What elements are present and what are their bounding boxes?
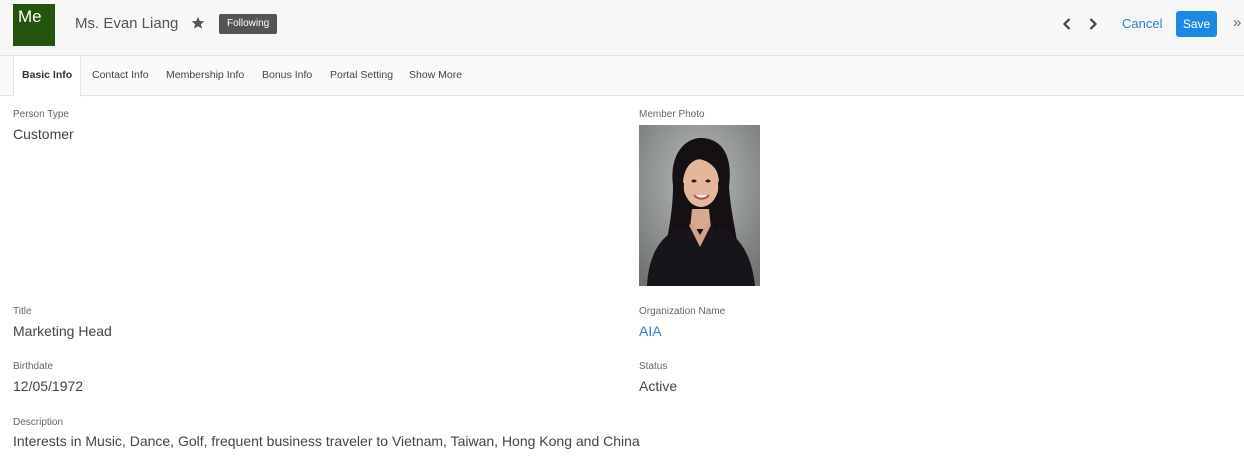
record-header: Me Ms. Evan Liang Following Cancel Save … (0, 0, 1244, 56)
member-photo-label: Member Photo (639, 109, 705, 120)
status-value: Active (639, 378, 678, 394)
page-title: Ms. Evan Liang (75, 15, 179, 32)
status-label: Status (639, 361, 668, 372)
save-button[interactable]: Save (1176, 11, 1217, 37)
organization-label: Organization Name (639, 306, 726, 317)
tab-show-more[interactable]: Show More (409, 56, 462, 96)
cancel-button[interactable]: Cancel (1122, 16, 1162, 31)
tab-bonus-info[interactable]: Bonus Info (262, 56, 312, 96)
tab-basic-info[interactable]: Basic Info (13, 56, 82, 97)
star-icon[interactable] (190, 15, 206, 31)
description-value: Interests in Music, Dance, Golf, frequen… (13, 433, 640, 449)
person-type-value: Customer (13, 126, 74, 142)
person-type-label: Person Type (13, 109, 69, 120)
tab-membership-info[interactable]: Membership Info (166, 56, 244, 96)
avatar: Me (13, 4, 55, 46)
title-value: Marketing Head (13, 323, 112, 339)
next-record-icon[interactable] (1087, 16, 1099, 32)
tab-bar: Basic Info Contact Info Membership Info … (0, 56, 1244, 97)
member-photo[interactable] (639, 125, 760, 286)
previous-record-icon[interactable] (1061, 16, 1073, 32)
following-badge[interactable]: Following (219, 14, 278, 34)
description-label: Description (13, 417, 64, 428)
title-label: Title (13, 306, 32, 317)
birthdate-label: Birthdate (13, 361, 54, 372)
organization-link[interactable]: AIA (639, 323, 662, 339)
tab-portal-setting[interactable]: Portal Setting (330, 56, 393, 96)
birthdate-value: 12/05/1972 (13, 378, 84, 394)
tab-contact-info[interactable]: Contact Info (92, 56, 149, 96)
more-actions-icon[interactable]: » (1233, 14, 1241, 31)
